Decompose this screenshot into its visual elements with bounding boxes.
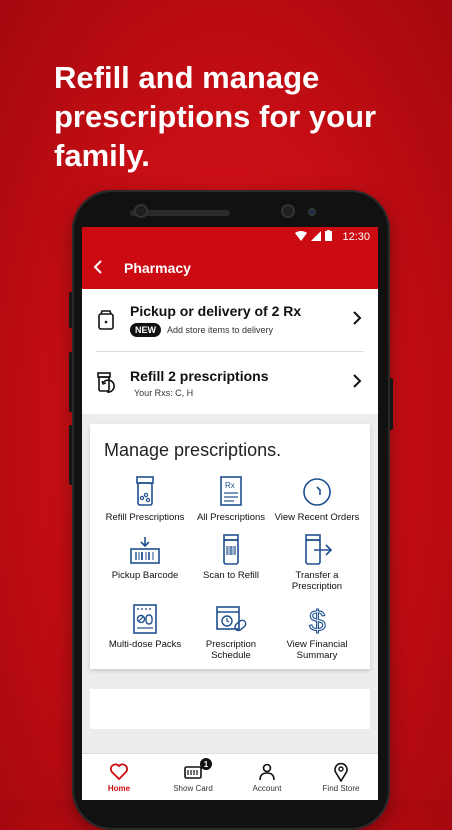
notification-badge: 1 — [200, 758, 212, 770]
status-time: 12:30 — [342, 231, 370, 243]
svg-text:$: $ — [309, 605, 326, 636]
status-icons — [295, 230, 332, 241]
refill-prescriptions-row[interactable]: Refill 2 prescriptions Your Rxs: C, H — [96, 351, 364, 414]
refill-prescriptions-tile[interactable]: Refill Prescriptions — [102, 475, 188, 523]
tab-label: Find Store — [322, 783, 360, 793]
app-bar: Pharmacy — [82, 247, 378, 289]
bottom-tab-bar: Home 1 Show Card Account Find Store — [82, 753, 378, 800]
manage-prescriptions-card: Manage prescriptions. Refill Prescriptio… — [90, 424, 370, 669]
app-screen: 12:30 Pharmacy Pickup or delivery of 2 R… — [82, 227, 378, 800]
phone-camera — [134, 204, 148, 218]
page-title: Pharmacy — [124, 260, 191, 276]
tile-label: View Recent Orders — [274, 512, 360, 523]
pickup-barcode-tile[interactable]: Pickup Barcode — [102, 533, 188, 592]
tile-label: Multi-dose Packs — [108, 639, 182, 650]
rx-action-title: Pickup or delivery of 2 Rx — [130, 303, 302, 319]
svg-text:Rx: Rx — [225, 481, 235, 490]
tile-label: Pickup Barcode — [111, 570, 179, 581]
rx-actions-card: Pickup or delivery of 2 Rx NEW Add store… — [82, 289, 378, 414]
view-financial-summary-tile[interactable]: $ View Financial Summary — [274, 602, 360, 661]
new-badge: NEW — [130, 323, 161, 337]
pill-pack-icon — [133, 604, 157, 634]
transfer-icon — [305, 534, 333, 565]
scan-bottle-icon — [223, 534, 239, 565]
rx-action-title: Refill 2 prescriptions — [130, 368, 269, 384]
battery-icon — [325, 230, 332, 241]
prescription-schedule-tile[interactable]: Prescription Schedule — [188, 602, 274, 661]
clock-icon — [303, 478, 331, 506]
wifi-icon — [295, 230, 307, 241]
rx-action-subtitle: Add store items to delivery — [167, 325, 274, 335]
pickup-delivery-row[interactable]: Pickup or delivery of 2 Rx NEW Add store… — [96, 289, 364, 351]
bag-icon — [92, 306, 120, 334]
schedule-icon — [216, 606, 247, 632]
tile-label: Scan to Refill — [203, 570, 259, 581]
chevron-left-icon[interactable] — [92, 257, 108, 280]
tile-label: View Financial Summary — [286, 639, 348, 661]
person-icon — [259, 763, 275, 780]
headline: Refill and manage prescriptions for your… — [54, 60, 377, 173]
location-pin-icon — [334, 762, 348, 782]
tile-label: Prescription Schedule — [205, 639, 257, 661]
tab-label: Show Card — [173, 783, 213, 793]
next-card-partial — [90, 689, 370, 729]
dollar-icon: $ — [308, 604, 326, 636]
all-prescriptions-tile[interactable]: Rx All Prescriptions — [188, 475, 274, 523]
phone-sensor — [308, 208, 316, 216]
tab-home[interactable]: Home — [82, 754, 156, 800]
view-recent-orders-tile[interactable]: View Recent Orders — [274, 475, 360, 523]
tab-label: Home — [107, 783, 131, 793]
scan-to-refill-tile[interactable]: Scan to Refill — [188, 533, 274, 592]
tab-account[interactable]: Account — [230, 754, 304, 800]
tile-label: All Prescriptions — [196, 512, 266, 523]
tab-find-store[interactable]: Find Store — [304, 754, 378, 800]
manage-title: Manage prescriptions. — [104, 440, 282, 460]
tile-label: Refill Prescriptions — [105, 512, 185, 523]
refill-bottle-icon — [92, 369, 120, 397]
tile-label: Transfer a Prescription — [291, 570, 343, 592]
chevron-right-icon — [350, 373, 364, 394]
rx-action-subtitle: Your Rxs: C, H — [134, 388, 194, 398]
pill-bottle-icon — [136, 476, 154, 506]
rx-document-icon: Rx — [220, 476, 242, 506]
transfer-prescription-tile[interactable]: Transfer a Prescription — [274, 533, 360, 592]
manage-grid: Refill Prescriptions Rx All Prescription… — [102, 475, 360, 661]
multi-dose-packs-tile[interactable]: Multi-dose Packs — [102, 602, 188, 661]
status-bar: 12:30 — [82, 227, 378, 247]
signal-icon — [311, 230, 321, 241]
heart-icon — [110, 763, 128, 780]
tab-label: Account — [252, 783, 282, 793]
tab-show-card[interactable]: 1 Show Card — [156, 754, 230, 800]
barcode-icon — [130, 537, 160, 564]
chevron-right-icon — [350, 310, 364, 331]
phone-sensor — [281, 204, 295, 218]
